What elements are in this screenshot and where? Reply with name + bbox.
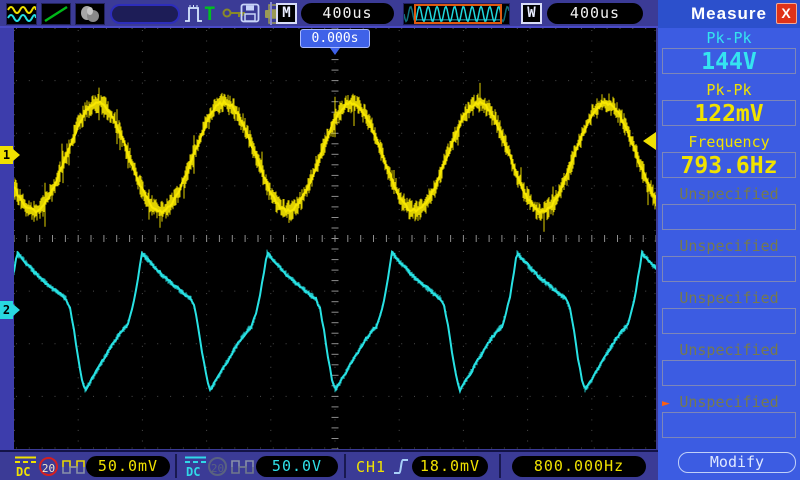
close-icon[interactable]: X — [776, 3, 797, 24]
trigger-level-value: 18.0mV — [412, 456, 488, 477]
measure-item-label: ►Unspecified — [658, 342, 800, 359]
channel-waveforms-icon[interactable] — [6, 3, 37, 25]
ch1-scale-value: 50.0mV — [86, 456, 170, 477]
ch2-bandwidth-limit-icon: 20 — [208, 457, 227, 476]
measure-item-value — [662, 256, 796, 282]
trigger-source-label: CH1 — [356, 458, 386, 476]
measure-item-label: ►Unspecified — [658, 290, 800, 307]
ch1-bandwidth-limit-icon: 20 — [39, 457, 58, 476]
save-icon[interactable] — [240, 3, 261, 24]
measure-item-label-text: Pk-Pk — [706, 29, 751, 47]
main-timebase-value: 400us — [301, 3, 394, 24]
measure-item-label: ►Pk-Pk — [658, 30, 800, 47]
ch2-marker-label: 2 — [3, 303, 10, 317]
measure-item-label-text: Unspecified — [679, 185, 778, 203]
graticule — [14, 28, 656, 449]
trigger-t-icon[interactable]: T — [204, 2, 215, 26]
ch2-coupling-dc-icon: DC — [183, 455, 208, 478]
selected-arrow-icon: ► — [662, 395, 670, 412]
measure-item-value: 122mV — [662, 100, 796, 126]
ch1-ground-marker[interactable]: 1 — [0, 146, 13, 164]
toolbar-text-field[interactable] — [110, 4, 180, 24]
separator — [499, 454, 501, 478]
measure-item[interactable]: ►Pk-Pk144V — [658, 30, 800, 82]
channel-waveforms-glyph — [7, 4, 36, 24]
measure-title-text: Measure — [691, 4, 767, 23]
svg-text:DC: DC — [16, 465, 30, 478]
measure-item[interactable]: ►Unspecified — [658, 290, 800, 342]
toolbar: T M 400us W 400us — [0, 0, 658, 28]
svg-text:DC: DC — [186, 465, 200, 478]
main-timebase-label: M — [276, 3, 297, 24]
status-bar: DC 20 50.0mV DC 20 50.0V CH1 18.0mV 800.… — [0, 450, 658, 480]
ch2-scale-value: 50.0V — [256, 456, 338, 477]
measure-item-label: ►Unspecified — [658, 238, 800, 255]
measure-item-label: ► Unspecified — [658, 394, 800, 411]
measure-item-label-text: Unspecified — [679, 393, 778, 411]
measure-item-label-text: Pk-Pk — [706, 81, 751, 99]
waveform-preview[interactable] — [403, 3, 510, 25]
modify-button[interactable]: Modify — [678, 452, 796, 473]
ch2-marker-arrow-icon — [13, 304, 20, 316]
measure-item-value — [662, 360, 796, 386]
ch2-trace — [14, 250, 656, 394]
horizontal-position-pointer-icon — [330, 48, 340, 55]
waveform-preview-glyph — [404, 4, 509, 24]
measure-item-value — [662, 308, 796, 334]
separator — [175, 454, 177, 478]
measure-item[interactable]: ►Pk-Pk122mV — [658, 82, 800, 134]
measure-item-label: ►Frequency — [658, 134, 800, 151]
ch1-marker-arrow-icon — [13, 149, 20, 161]
measure-item[interactable]: ► Unspecified — [658, 394, 800, 446]
measure-item[interactable]: ►Unspecified — [658, 238, 800, 290]
measure-item[interactable]: ►Unspecified — [658, 186, 800, 238]
measure-items-list: ►Pk-Pk144V►Pk-Pk122mV►Frequency793.6Hz►U… — [658, 30, 800, 446]
ch2-invert-icon — [231, 459, 255, 475]
measure-panel-title: Measure X — [658, 0, 800, 28]
measure-item-value: 793.6Hz — [662, 152, 796, 178]
measure-item-label-text: Unspecified — [679, 237, 778, 255]
measure-item-value — [662, 204, 796, 230]
ch1-invert-icon — [62, 459, 86, 475]
hand-icon[interactable] — [75, 3, 105, 25]
window-timebase-label: W — [521, 3, 542, 24]
measure-item[interactable]: ►Unspecified — [658, 342, 800, 394]
measure-item-label: ►Unspecified — [658, 186, 800, 203]
measure-item-value: 144V — [662, 48, 796, 74]
rising-edge-icon — [392, 456, 410, 477]
ch1-coupling-dc-icon: DC — [13, 455, 38, 478]
measure-panel: Measure X ►Pk-Pk144V►Pk-Pk122mV►Frequenc… — [658, 0, 800, 480]
line-draw-icon[interactable] — [41, 3, 71, 25]
measure-item-label-text: Unspecified — [679, 341, 778, 359]
trigger-frequency-counter: 800.000Hz — [512, 456, 646, 477]
measure-item-label: ►Pk-Pk — [658, 82, 800, 99]
separator — [344, 454, 346, 478]
window-timebase-value: 400us — [547, 3, 643, 24]
horizontal-position-tag[interactable]: 0.000s — [300, 29, 370, 48]
trigger-level-marker[interactable] — [643, 132, 656, 150]
ch2-ground-marker[interactable]: 2 — [0, 301, 13, 319]
ch1-marker-label: 1 — [3, 148, 10, 162]
measure-item-label-text: Unspecified — [679, 289, 778, 307]
measure-item-label-text: Frequency — [688, 133, 769, 151]
oscilloscope-screen: T M 400us W 400us 0.000s 1 2 — [0, 0, 800, 480]
measure-item-value — [662, 412, 796, 438]
toolbar-separator — [270, 2, 272, 25]
measure-item[interactable]: ►Frequency793.6Hz — [658, 134, 800, 186]
pulse-icon[interactable] — [184, 3, 203, 25]
left-margin-strip — [0, 28, 14, 450]
